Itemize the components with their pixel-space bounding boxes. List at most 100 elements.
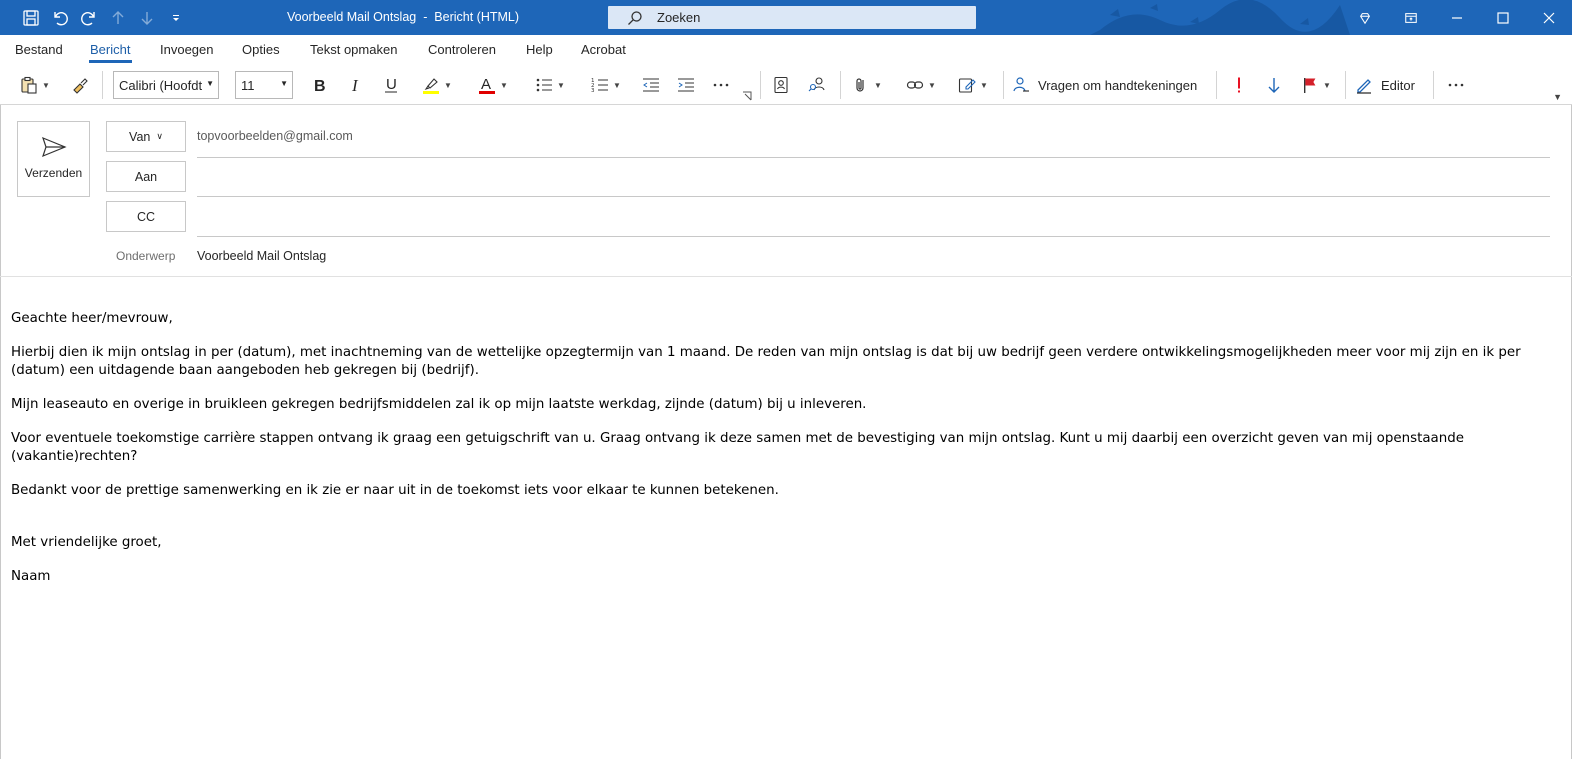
increase-indent-button[interactable] [672,65,700,105]
to-button[interactable]: Aan [106,161,186,192]
maximize-icon[interactable] [1480,0,1526,35]
redo-icon[interactable] [74,0,103,35]
low-importance-button[interactable] [1260,65,1288,105]
message-body[interactable]: Geachte heer/mevrouw, Hierbij dien ik mi… [11,310,1556,602]
tab-bestand[interactable]: Bestand [15,42,63,57]
paperclip-icon [856,78,864,92]
chevron-down-icon: ▼ [206,79,214,88]
font-color-button[interactable]: A ▼ [468,65,518,105]
ribbon-separator [840,71,841,99]
follow-up-button[interactable]: ▼ [1296,65,1336,105]
dialog-launcher-button[interactable] [740,89,754,103]
customize-qat-icon[interactable] [161,0,190,35]
bold-button[interactable]: B [305,65,333,105]
tab-tekst-opmaken[interactable]: Tekst opmaken [310,42,397,57]
decrease-indent-icon [643,78,659,92]
to-field-line [197,196,1550,197]
arrow-down-icon[interactable] [132,0,161,35]
from-button[interactable]: Van ∨ [106,121,186,152]
svg-text:A: A [481,76,491,93]
search-icon [627,10,643,26]
chevron-down-icon: ▼ [613,80,621,90]
address-book-button[interactable] [767,65,795,105]
italic-button[interactable]: I [341,65,369,105]
active-tab-indicator [89,60,132,63]
font-name-value: Calibri (Hoofdt [119,77,203,93]
send-label: Verzenden [24,166,83,180]
window-controls [1342,0,1572,35]
arrow-up-icon[interactable] [103,0,132,35]
minimize-icon[interactable] [1434,0,1480,35]
attach-file-button[interactable]: ▼ [848,65,886,105]
editor-button[interactable]: Editor [1355,65,1425,105]
font-size-dropdown[interactable]: 11 ▼ [235,71,293,99]
signature-button[interactable]: ▼ [953,65,993,105]
ribbon-separator [102,71,103,99]
to-label: Aan [134,169,158,184]
underline-icon: U [385,76,397,93]
link-icon [906,81,924,89]
tab-help[interactable]: Help [526,42,553,57]
search-box[interactable]: Zoeken [608,6,976,29]
ribbon-separator [1433,71,1434,99]
quick-access-toolbar [0,0,190,35]
body-paragraph-4: Bedankt voor de prettige samenwerking en… [11,483,779,498]
send-button[interactable]: Verzenden [17,121,90,197]
collapse-ribbon-icon[interactable]: ▼ [1553,92,1562,102]
undo-icon[interactable] [45,0,74,35]
bold-icon: B [314,78,326,94]
svg-text:U: U [386,76,397,93]
decrease-indent-button[interactable] [637,65,665,105]
increase-indent-icon [678,78,694,92]
title-decoration [1090,0,1350,35]
chevron-down-icon: ∨ [156,131,163,141]
cc-button[interactable]: CC [106,201,186,232]
subject-label: Onderwerp [116,249,176,263]
request-signatures-button[interactable]: Vragen om handtekeningen [1012,65,1208,105]
body-paragraph-2: Mijn leaseauto en overige in bruikleen g… [11,397,867,412]
font-size-value: 11 [241,77,255,93]
cc-label: CC [136,209,156,224]
tab-bericht[interactable]: Bericht [90,42,130,57]
bullets-button[interactable]: ▼ [525,65,575,105]
close-icon[interactable] [1526,0,1572,35]
paste-button[interactable]: ▼ [12,65,58,105]
dialog-launcher-icon [743,91,752,101]
flag-icon [1304,78,1316,93]
body-signature-name: Naam [11,569,51,584]
chevron-down-icon: ▼ [500,80,508,90]
link-button[interactable]: ▼ [896,65,946,105]
numbered-list-icon: 123 [591,78,609,94]
title-bar: Voorbeeld Mail Ontslag - Bericht (HTML) … [0,0,1572,35]
body-paragraph-1: Hierbij dien ik mijn ontslag in per (dat… [11,345,1521,378]
tab-acrobat[interactable]: Acrobat [581,42,626,57]
highlight-button[interactable]: ▼ [412,65,462,105]
subject-input[interactable]: Voorbeeld Mail Ontslag [197,249,326,263]
italic-icon: I [351,76,359,94]
chevron-down-icon: ▼ [42,80,50,90]
body-greeting: Geachte heer/mevrouw, [11,311,173,326]
chevron-down-icon: ▼ [874,80,882,90]
tab-opties[interactable]: Opties [242,42,280,57]
ribbon-display-icon[interactable] [1388,0,1434,35]
diamond-icon[interactable] [1342,0,1388,35]
font-name-dropdown[interactable]: Calibri (Hoofdt ▼ [113,71,219,99]
svg-text:I: I [351,76,359,94]
editor-label: Editor [1381,77,1415,93]
high-importance-button[interactable] [1225,65,1253,105]
to-input[interactable] [197,169,1547,187]
tab-invoegen[interactable]: Invoegen [160,42,214,57]
format-painter-button[interactable] [66,65,94,105]
save-icon[interactable] [16,0,45,35]
address-book-icon [774,76,788,94]
cc-input[interactable] [197,209,1547,227]
numbering-button[interactable]: 123 ▼ [581,65,631,105]
tab-controleren[interactable]: Controleren [428,42,496,57]
more-formatting-button[interactable] [707,65,735,105]
cc-field-line [197,236,1550,237]
underline-button[interactable]: U [377,65,405,105]
more-commands-button[interactable] [1442,65,1470,105]
check-names-button[interactable] [802,65,832,105]
window-border-left [0,35,1,759]
svg-text:B: B [314,78,326,94]
